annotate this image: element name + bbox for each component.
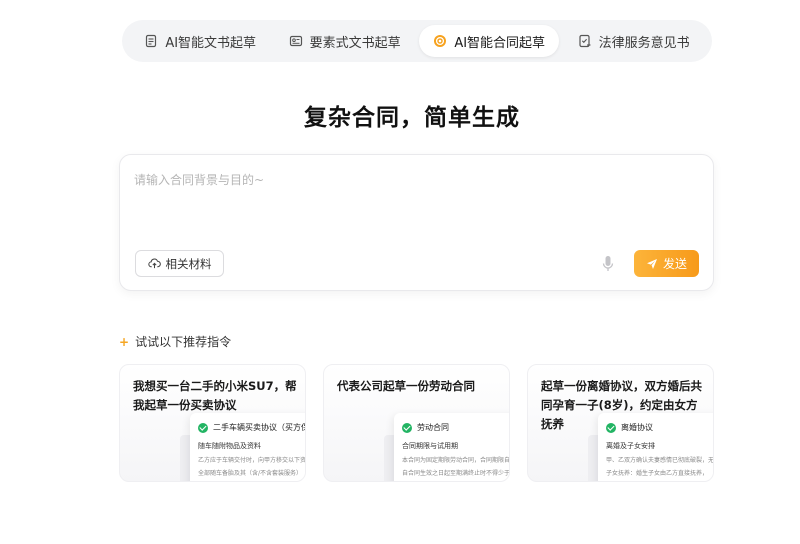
microphone-icon[interactable] bbox=[601, 255, 615, 273]
attach-material-label: 相关材料 bbox=[165, 256, 212, 271]
doc-preview-title: 离婚协议 bbox=[621, 423, 653, 432]
tab-element-document-drafting[interactable]: 要素式文书起草 bbox=[275, 25, 415, 57]
doc-preview-line: 子女抚养：婚生子女由乙方直接抚养， bbox=[606, 470, 709, 477]
contract-ai-icon bbox=[434, 35, 447, 47]
doc-preview-subtitle: 合同期限与试用期 bbox=[402, 442, 458, 450]
tab-legal-opinion[interactable]: 法律服务意见书 bbox=[564, 25, 704, 57]
doc-preview-title: 劳动合同 bbox=[417, 423, 449, 432]
attach-material-button[interactable]: 相关材料 bbox=[135, 250, 224, 277]
suggestion-card-labor-contract[interactable]: 代表公司起草一份劳动合同 劳动合同 合同期限与试用期 本合同为固定期限劳动合同，… bbox=[323, 364, 510, 482]
doc-preview: 离婚协议 离婚及子女安排 甲、乙双方确认夫妻感情已彻底破裂，无 子女抚养：婚生子… bbox=[598, 413, 714, 481]
check-icon bbox=[198, 422, 208, 433]
doc-preview-line: 全部随车备胎及其（含/不含套装服务） bbox=[198, 470, 303, 477]
doc-preview-line: 乙方应于车辆交付时，向甲方移交以下资 bbox=[198, 457, 306, 464]
suggestions-heading: + 试试以下推荐指令 bbox=[119, 333, 231, 350]
mode-tabs: AI智能文书起草 要素式文书起草 AI智能合同起草 法律服务意见书 bbox=[122, 20, 712, 62]
send-label: 发送 bbox=[662, 257, 687, 271]
id-card-icon bbox=[289, 35, 302, 47]
cloud-upload-icon bbox=[147, 258, 161, 269]
check-icon bbox=[606, 422, 616, 433]
doc-preview-subtitle: 离婚及子女安排 bbox=[606, 442, 655, 450]
document-icon bbox=[146, 34, 157, 48]
send-button[interactable]: 发送 bbox=[634, 250, 699, 277]
suggestion-card-title: 我想买一台二手的小米SU7，帮我起草一份买卖协议 bbox=[133, 379, 297, 412]
prompt-input-card: 相关材料 发送 bbox=[119, 154, 714, 291]
prompt-input[interactable] bbox=[134, 171, 694, 231]
tab-label: 要素式文书起草 bbox=[309, 35, 401, 51]
doc-preview-line: 本合同为固定期限劳动合同，合同期限自 bbox=[402, 457, 510, 464]
suggestion-card-used-car[interactable]: 我想买一台二手的小米SU7，帮我起草一份买卖协议 二手车辆买卖协议（买方保 随车… bbox=[119, 364, 306, 482]
doc-preview-title: 二手车辆买卖协议（买方保 bbox=[213, 423, 306, 432]
tab-label: 法律服务意见书 bbox=[598, 35, 690, 51]
tab-ai-document-drafting[interactable]: AI智能文书起草 bbox=[130, 25, 270, 57]
doc-preview-subtitle: 随车随附物品及资料 bbox=[198, 442, 261, 450]
paper-plane-icon bbox=[646, 258, 657, 269]
doc-preview-line: 自合同生效之日起至期满终止时不得少于 bbox=[402, 470, 510, 477]
doc-preview-line: 甲、乙双方确认夫妻感情已彻底破裂，无 bbox=[606, 457, 714, 464]
tab-ai-contract-drafting[interactable]: AI智能合同起草 bbox=[419, 25, 560, 57]
suggestion-card-divorce-agreement[interactable]: 起草一份离婚协议，双方婚后共同孕育一子(8岁)，约定由女方抚养 离婚协议 离婚及… bbox=[527, 364, 714, 482]
page-title: 复杂合同，简单生成 bbox=[304, 105, 520, 131]
tab-label: AI智能合同起草 bbox=[454, 35, 546, 51]
sparkle-icon: + bbox=[119, 334, 130, 349]
opinion-doc-icon bbox=[579, 34, 591, 48]
check-icon bbox=[402, 422, 412, 433]
tab-label: AI智能文书起草 bbox=[165, 35, 257, 51]
suggestions-heading-text: 试试以下推荐指令 bbox=[135, 335, 232, 349]
suggestion-card-title: 代表公司起草一份劳动合同 bbox=[337, 379, 475, 393]
doc-preview: 二手车辆买卖协议（买方保 随车随附物品及资料 乙方应于车辆交付时，向甲方移交以下… bbox=[190, 413, 306, 481]
doc-preview: 劳动合同 合同期限与试用期 本合同为固定期限劳动合同，合同期限自 自合同生效之日… bbox=[394, 413, 510, 481]
